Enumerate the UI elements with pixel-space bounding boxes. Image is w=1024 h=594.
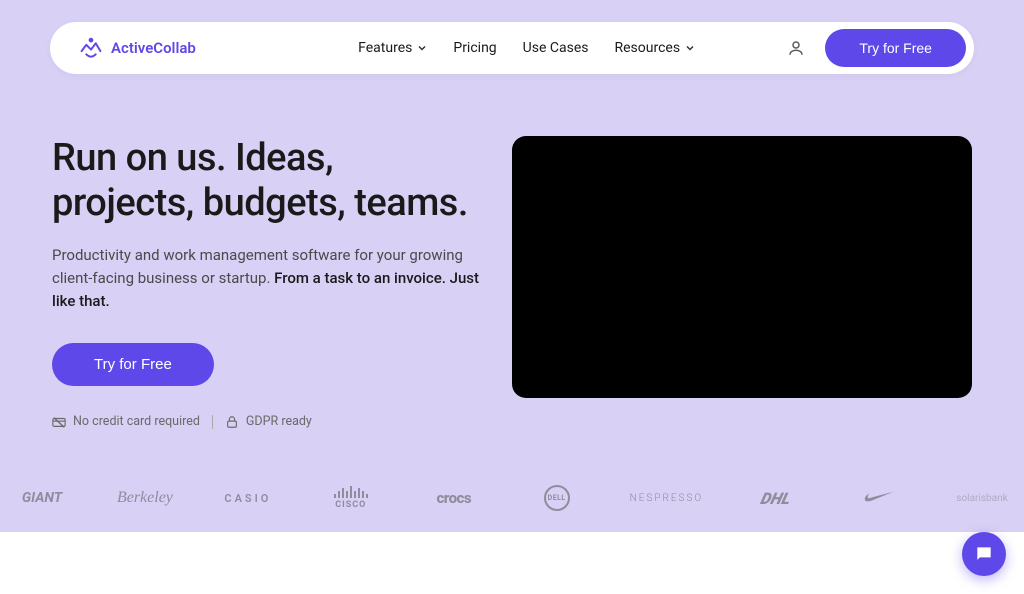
activecollab-logo-icon [78, 37, 104, 59]
hero-badges: No credit card required GDPR ready [52, 414, 480, 429]
logo-cisco: CISCO [321, 486, 381, 510]
lock-icon [225, 415, 239, 429]
bottom-section [0, 532, 1024, 594]
badge-gdpr: GDPR ready [225, 414, 312, 429]
chevron-down-icon [417, 43, 427, 53]
nav-use-cases[interactable]: Use Cases [523, 40, 589, 56]
logo-solarisbank: solarisbank [952, 493, 1012, 504]
hero-video-placeholder[interactable] [512, 136, 972, 398]
logo-berkeley: Berkeley [115, 489, 175, 507]
logo-crocs: crocs [424, 489, 484, 507]
top-navbar: ActiveCollab Features Pricing Use Cases … [50, 22, 974, 74]
chevron-down-icon [685, 43, 695, 53]
hero-title: Run on us. Ideas, projects, budgets, tea… [52, 136, 480, 226]
chat-icon [974, 544, 994, 564]
credit-card-icon [52, 415, 66, 429]
hero-section: Run on us. Ideas, projects, budgets, tea… [0, 74, 1024, 429]
user-icon[interactable] [787, 39, 805, 57]
chat-widget-button[interactable] [962, 532, 1006, 576]
client-logos-strip: GIANT Berkeley CASIO CISCO crocs DELL NE… [0, 429, 1024, 511]
hero-cta-button[interactable]: Try for Free [52, 343, 214, 386]
brand-name: ActiveCollab [111, 39, 196, 57]
logo-casio: CASIO [218, 492, 278, 505]
hero-description: Productivity and work management softwar… [52, 244, 480, 314]
nav-pricing[interactable]: Pricing [453, 40, 496, 56]
logo-dhl: DHL [744, 489, 809, 508]
badge-separator [212, 415, 213, 429]
nav-right: Try for Free [787, 29, 966, 67]
hero-left: Run on us. Ideas, projects, budgets, tea… [52, 136, 480, 429]
badge-no-card: No credit card required [52, 414, 200, 429]
logo-giant: GIANT [12, 490, 72, 506]
nav-cta-button[interactable]: Try for Free [825, 29, 966, 67]
brand-logo[interactable]: ActiveCollab [78, 37, 196, 59]
logo-nespresso: NESPRESSO [630, 493, 704, 504]
nav-resources[interactable]: Resources [614, 40, 695, 56]
nav-links: Features Pricing Use Cases Resources [288, 40, 695, 56]
logo-nike [849, 491, 909, 505]
nav-features[interactable]: Features [358, 40, 427, 56]
logo-dell: DELL [527, 485, 587, 511]
